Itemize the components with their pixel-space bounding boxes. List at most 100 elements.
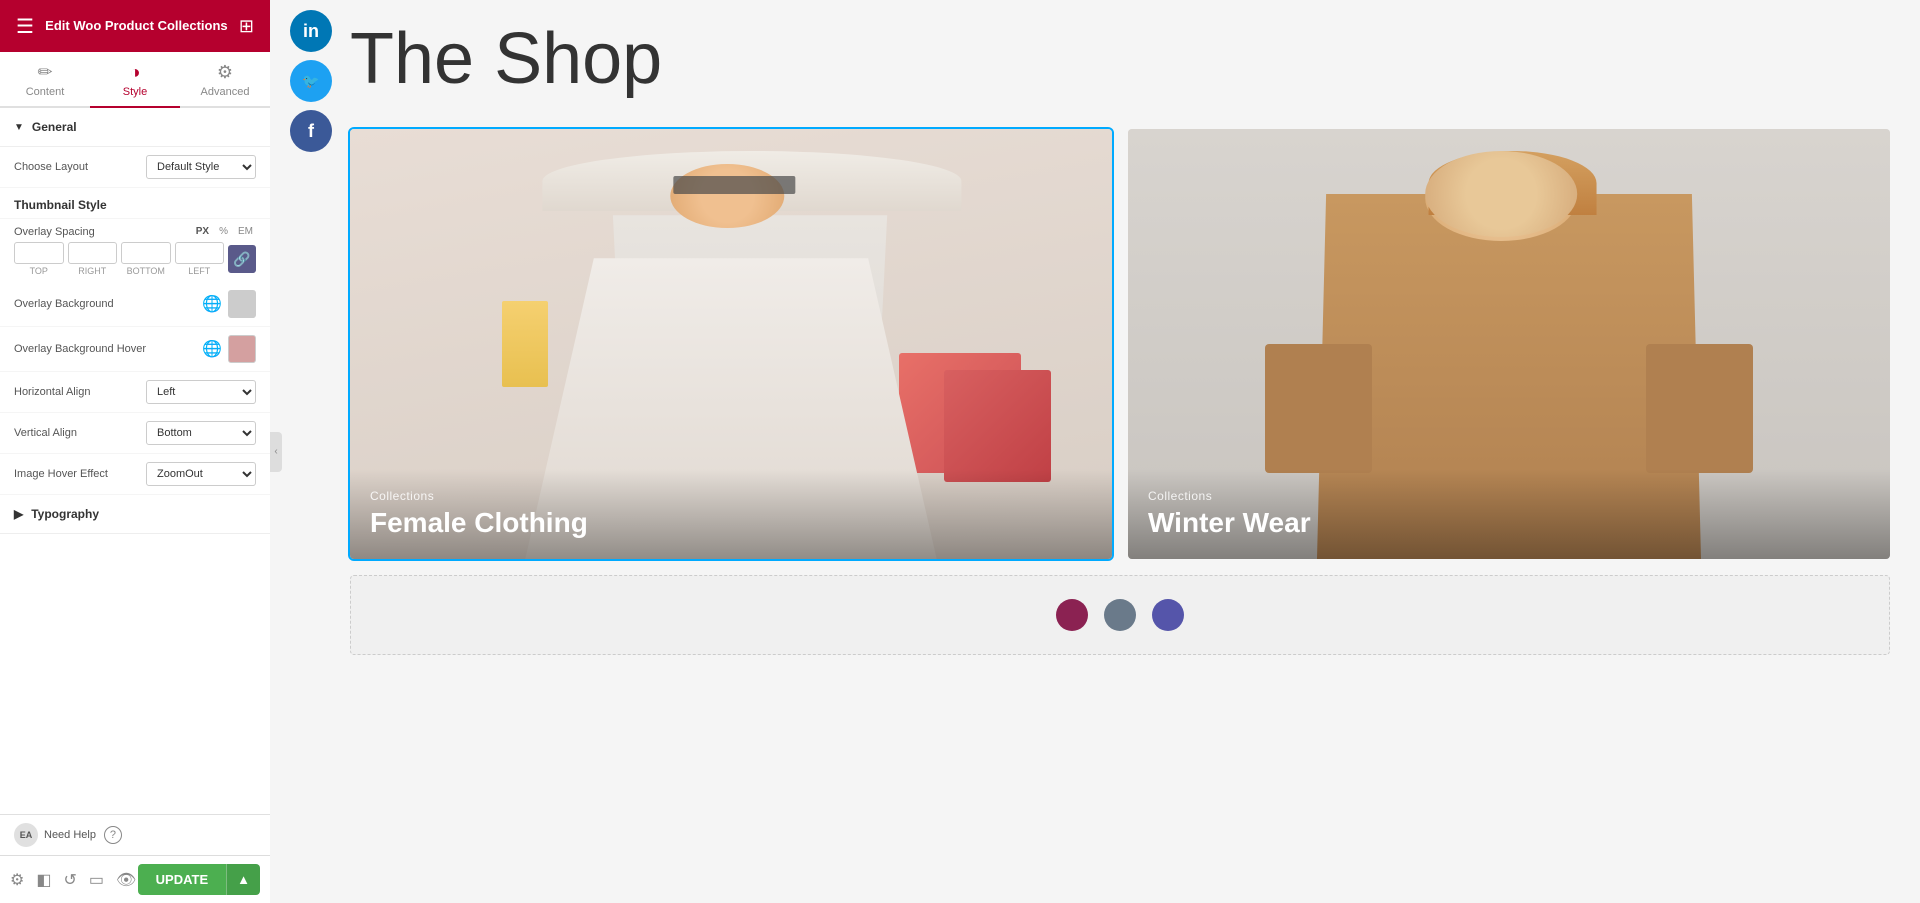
female-clothing-name: Female Clothing (370, 507, 1092, 539)
overlay-background-label: Overlay Background (14, 298, 202, 310)
help-question-icon[interactable]: ? (104, 826, 122, 844)
unit-em[interactable]: EM (235, 225, 256, 238)
tab-advanced[interactable]: ⚙ Advanced (180, 52, 270, 108)
overlay-background-hover-row: Overlay Background Hover 🌐 (0, 327, 270, 372)
choose-layout-row: Choose Layout Default Style Style 1 Styl… (0, 147, 270, 188)
overlay-spacing-label-row: Overlay Spacing PX % EM (0, 219, 270, 240)
advanced-tab-label: Advanced (201, 86, 250, 98)
toolbar-history-icon[interactable]: ↺ (63, 870, 76, 890)
overlay-background-controls: 🌐 (202, 290, 256, 318)
facebook-icon[interactable]: f (290, 110, 332, 152)
typography-section-header[interactable]: ▶ Typography (0, 495, 270, 534)
image-hover-effect-row: Image Hover Effect None ZoomIn ZoomOut S… (0, 454, 270, 495)
winter-wear-collection-label: Collections (1148, 489, 1870, 503)
twitter-icon[interactable]: 🐦 (290, 60, 332, 102)
female-clothing-collection-label: Collections (370, 489, 1092, 503)
spacing-top-input[interactable] (14, 242, 64, 264)
winter-wear-name: Winter Wear (1148, 507, 1870, 539)
update-button-wrap: UPDATE ▲ (138, 864, 260, 895)
overlay-background-row: Overlay Background 🌐 (0, 282, 270, 327)
spacing-top-label: TOP (30, 266, 48, 276)
spacing-bottom-input[interactable] (121, 242, 171, 264)
general-section-label: General (32, 120, 77, 134)
style-tab-label: Style (123, 86, 147, 98)
style-tab-icon: ◑ (130, 62, 141, 83)
color-dot-maroon[interactable] (1056, 599, 1088, 631)
toolbar-layers-icon[interactable]: ◧ (36, 870, 51, 890)
image-hover-effect-control: None ZoomIn ZoomOut Slide (146, 462, 256, 486)
shop-title: The Shop (350, 20, 1890, 99)
winter-wear-overlay: Collections Winter Wear (1128, 469, 1890, 559)
choose-layout-label: Choose Layout (14, 161, 146, 173)
spacing-right-input[interactable] (68, 242, 118, 264)
typography-arrow: ▶ (14, 507, 23, 521)
tab-style[interactable]: ◑ Style (90, 52, 180, 108)
panel-tabs: ✏ Content ◑ Style ⚙ Advanced (0, 52, 270, 108)
product-card-winter-wear[interactable]: Collections Winter Wear (1128, 129, 1890, 559)
social-icons: in 🐦 f (290, 10, 332, 152)
tab-content[interactable]: ✏ Content (0, 52, 90, 108)
left-panel: ☰ Edit Woo Product Collections ⊞ ✏ Conte… (0, 0, 270, 903)
spacing-bottom-label: BOTTOM (127, 266, 165, 276)
general-section-header[interactable]: ▼ General (0, 108, 270, 147)
need-help-area[interactable]: EA Need Help (14, 823, 96, 847)
choose-layout-select[interactable]: Default Style Style 1 Style 2 Style 3 (146, 155, 256, 179)
panel-content: ▼ General Choose Layout Default Style St… (0, 108, 270, 814)
panel-footer: EA Need Help ? (0, 814, 270, 855)
product-grid: Collections Female Clothing (350, 129, 1890, 559)
toolbar-settings-icon[interactable]: ⚙ (10, 870, 24, 890)
panel-collapse-handle[interactable]: ‹ (270, 432, 282, 472)
unit-px[interactable]: PX (193, 225, 212, 238)
toolbar-responsive-icon[interactable]: ▭ (89, 870, 104, 890)
hamburger-icon[interactable]: ☰ (16, 14, 34, 39)
thumbnail-style-label: Thumbnail Style (14, 198, 107, 212)
spacing-left-label: LEFT (188, 266, 210, 276)
right-content: in 🐦 f The Shop (270, 0, 1920, 903)
image-hover-effect-select[interactable]: None ZoomIn ZoomOut Slide (146, 462, 256, 486)
overlay-background-hover-swatch[interactable] (228, 335, 256, 363)
image-hover-effect-label: Image Hover Effect (14, 468, 146, 480)
overlay-background-hover-globe-icon[interactable]: 🌐 (202, 339, 222, 359)
spacing-right-wrap: RIGHT (68, 242, 118, 276)
spacing-top-wrap: TOP (14, 242, 64, 276)
content-tab-label: Content (26, 86, 65, 98)
advanced-tab-icon: ⚙ (217, 62, 233, 83)
horizontal-align-control: Left Center Right (146, 380, 256, 404)
toolbar-preview-icon[interactable]: 👁 (116, 870, 136, 890)
overlay-spacing-inputs: TOP RIGHT BOTTOM LEFT 🔗 (0, 240, 270, 282)
color-dot-gray[interactable] (1104, 599, 1136, 631)
vertical-align-row: Vertical Align Top Middle Bottom (0, 413, 270, 454)
linkedin-icon[interactable]: in (290, 10, 332, 52)
horizontal-align-row: Horizontal Align Left Center Right (0, 372, 270, 413)
product-card-female-clothing[interactable]: Collections Female Clothing (350, 129, 1112, 559)
horizontal-align-select[interactable]: Left Center Right (146, 380, 256, 404)
grid-icon[interactable]: ⊞ (239, 16, 254, 37)
spacing-link-button[interactable]: 🔗 (228, 245, 256, 273)
overlay-background-swatch[interactable] (228, 290, 256, 318)
choose-layout-control: Default Style Style 1 Style 2 Style 3 (146, 155, 256, 179)
overlay-background-globe-icon[interactable]: 🌐 (202, 294, 222, 314)
overlay-spacing-label: Overlay Spacing (14, 226, 193, 238)
color-dot-blue[interactable] (1152, 599, 1184, 631)
spacing-bottom-wrap: BOTTOM (121, 242, 171, 276)
panel-title: Edit Woo Product Collections (45, 17, 227, 35)
thumbnail-style-header: Thumbnail Style (0, 188, 270, 219)
vertical-align-select[interactable]: Top Middle Bottom (146, 421, 256, 445)
main-content-area: The Shop (270, 0, 1920, 675)
update-arrow-button[interactable]: ▲ (226, 864, 260, 895)
overlay-background-hover-controls: 🌐 (202, 335, 256, 363)
bottom-toolbar: ⚙ ◧ ↺ ▭ 👁 UPDATE ▲ (0, 855, 270, 903)
toolbar-icons: ⚙ ◧ ↺ ▭ 👁 (10, 870, 136, 890)
content-tab-icon: ✏ (37, 62, 52, 83)
general-arrow: ▼ (14, 122, 24, 133)
update-button[interactable]: UPDATE (138, 864, 226, 895)
spacing-left-input[interactable] (175, 242, 225, 264)
overlay-background-hover-label: Overlay Background Hover (14, 343, 202, 355)
third-row-partial (350, 575, 1890, 655)
need-help-label: Need Help (44, 829, 96, 841)
spacing-units: PX % EM (193, 225, 256, 238)
unit-percent[interactable]: % (216, 225, 231, 238)
typography-section-label: Typography (31, 507, 99, 521)
panel-header: ☰ Edit Woo Product Collections ⊞ (0, 0, 270, 52)
horizontal-align-label: Horizontal Align (14, 386, 146, 398)
